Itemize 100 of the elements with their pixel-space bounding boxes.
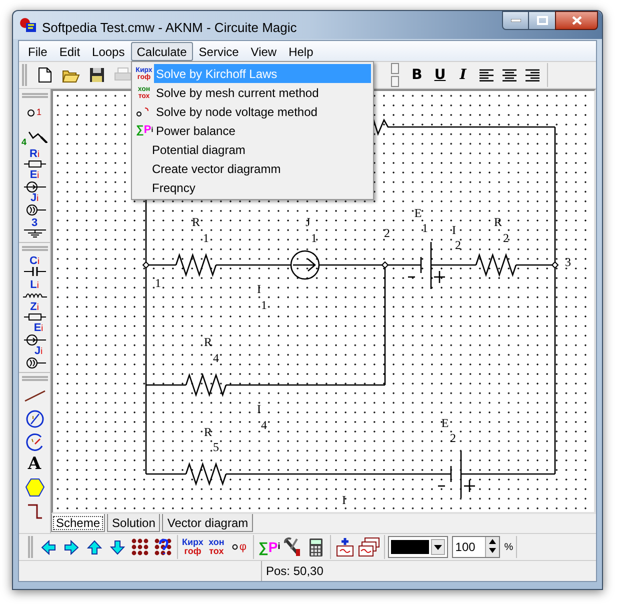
impedance-tool-button[interactable]: Zi: [20, 300, 48, 323]
tab[interactable]: Scheme: [51, 514, 106, 532]
line-icon: [24, 390, 46, 402]
inductor-icon: [22, 290, 46, 298]
label-index: 2: [450, 431, 456, 445]
color-dropdown[interactable]: [388, 536, 448, 558]
label-index: 4: [213, 351, 219, 365]
battery-symbol: [438, 451, 475, 498]
potential-button[interactable]: φ: [228, 535, 250, 559]
cursor-position: Pos: 50,30: [265, 563, 324, 580]
method-button[interactable]: хон тох: [205, 535, 228, 559]
wire-tool-button[interactable]: 4: [20, 124, 48, 147]
label-index: 4: [261, 418, 267, 432]
new-file-icon: [38, 67, 52, 83]
menu-item[interactable]: Edit: [53, 42, 86, 60]
component-label: R: [204, 425, 212, 439]
menu-item[interactable]: Calculate: [130, 42, 193, 60]
step-line-icon: [26, 502, 42, 518]
pentagon-icon: [24, 478, 44, 497]
node-circle-icon: [232, 544, 238, 550]
capacitor-tool-button[interactable]: Ci: [20, 254, 48, 277]
current-source-symbol: [290, 250, 320, 280]
method-button[interactable]: Кирх гоф: [181, 535, 204, 559]
right-arrow-icon: [64, 540, 78, 554]
resistor-symbol: [475, 252, 517, 278]
folder-icon: [62, 68, 80, 82]
down-arrow-icon: [110, 540, 124, 554]
emf-tool-button[interactable]: Ei: [20, 170, 48, 193]
menu-item[interactable]: Create vector diagramm: [152, 159, 371, 178]
component-label: 1: [155, 276, 161, 290]
window-title: Softpedia Test.cmw - AKNM - Circuite Magic: [42, 19, 297, 37]
node-tool-button[interactable]: 1: [20, 101, 48, 124]
label-index: 1: [422, 221, 428, 235]
node-marker: [142, 261, 150, 269]
align-left-icon: [478, 68, 494, 82]
resistor-tool-button[interactable]: Ri: [20, 147, 48, 170]
ground-tool-button[interactable]: 3: [20, 216, 48, 239]
battery-symbol: [408, 242, 445, 289]
label-index: 1: [203, 231, 209, 245]
capacitor-icon: [24, 266, 46, 276]
zoom-spin-field[interactable]: 100: [452, 536, 500, 558]
minimize-icon: [510, 19, 520, 22]
menu-item[interactable]: Help: [282, 42, 320, 60]
dot-grid-question-icon: [154, 538, 172, 556]
component-label: E: [414, 206, 422, 220]
current-source-icon: [24, 357, 46, 369]
align-right-icon: [524, 68, 540, 82]
minimize-button[interactable]: [502, 11, 529, 30]
align-center-icon: [502, 68, 516, 82]
menu-item[interactable]: View: [244, 42, 283, 60]
component-label: J: [306, 215, 310, 229]
component-label: I: [257, 282, 261, 296]
ac-current-tool-button[interactable]: Ji: [20, 346, 48, 369]
inductor-tool-button[interactable]: Li: [20, 277, 48, 300]
ac-emf-tool-button[interactable]: Ei: [20, 323, 48, 346]
label-index: 2: [455, 238, 461, 252]
component-label: I: [452, 223, 456, 237]
component-label: 2: [384, 226, 390, 240]
menu-item[interactable]: File: [22, 42, 54, 60]
spin-arrows-icon[interactable]: [391, 63, 399, 87]
current-source-icon: [24, 204, 46, 216]
dot-grid-icon: [131, 538, 149, 556]
menu-item[interactable]: Loops: [86, 42, 131, 60]
current-source-tool-button[interactable]: Ji: [20, 193, 48, 216]
resistor-icon: [24, 313, 46, 321]
app-logo-icon: [19, 17, 37, 33]
add-sheet-icon: [335, 537, 356, 557]
menu-item[interactable]: Service: [192, 42, 245, 60]
maximize-button[interactable]: [529, 11, 555, 30]
bold-button[interactable]: B: [406, 64, 428, 86]
tab[interactable]: Vector diagram: [162, 514, 254, 532]
left-arrow-icon: [40, 540, 56, 554]
italic-button[interactable]: I: [452, 64, 474, 86]
gauge-icon: [26, 432, 44, 450]
voltage-source-icon: [24, 181, 46, 193]
close-button[interactable]: [555, 11, 598, 30]
add-sheet-button[interactable]: [334, 535, 356, 559]
ground-icon: [24, 228, 46, 238]
node-marker: [551, 261, 559, 269]
resistor-icon: [24, 160, 46, 168]
component-label: 3: [565, 255, 571, 269]
label-index: 1: [311, 231, 317, 245]
component-label: R: [204, 335, 212, 349]
node-marker: [381, 261, 389, 269]
component-label: I: [342, 493, 346, 507]
menu-item[interactable]: Solve by node voltage method: [154, 102, 371, 121]
printer-icon: [114, 67, 132, 83]
sheets-button[interactable]: [357, 535, 382, 559]
underline-button[interactable]: U: [429, 64, 451, 86]
label-index: 2: [503, 231, 509, 245]
menu-item[interactable]: Potential diagram: [152, 140, 371, 159]
label-index: 1: [261, 298, 267, 312]
text-tool-tool-button[interactable]: A: [20, 453, 48, 476]
node-circle-icon: [27, 109, 36, 117]
menu-item[interactable]: Power balance: [154, 121, 371, 140]
percent-label: %: [504, 540, 514, 554]
close-icon: [572, 16, 582, 25]
menu-item[interactable]: Freqncy: [152, 178, 371, 197]
up-arrow-icon: [86, 540, 102, 554]
tab[interactable]: Solution: [107, 514, 160, 532]
